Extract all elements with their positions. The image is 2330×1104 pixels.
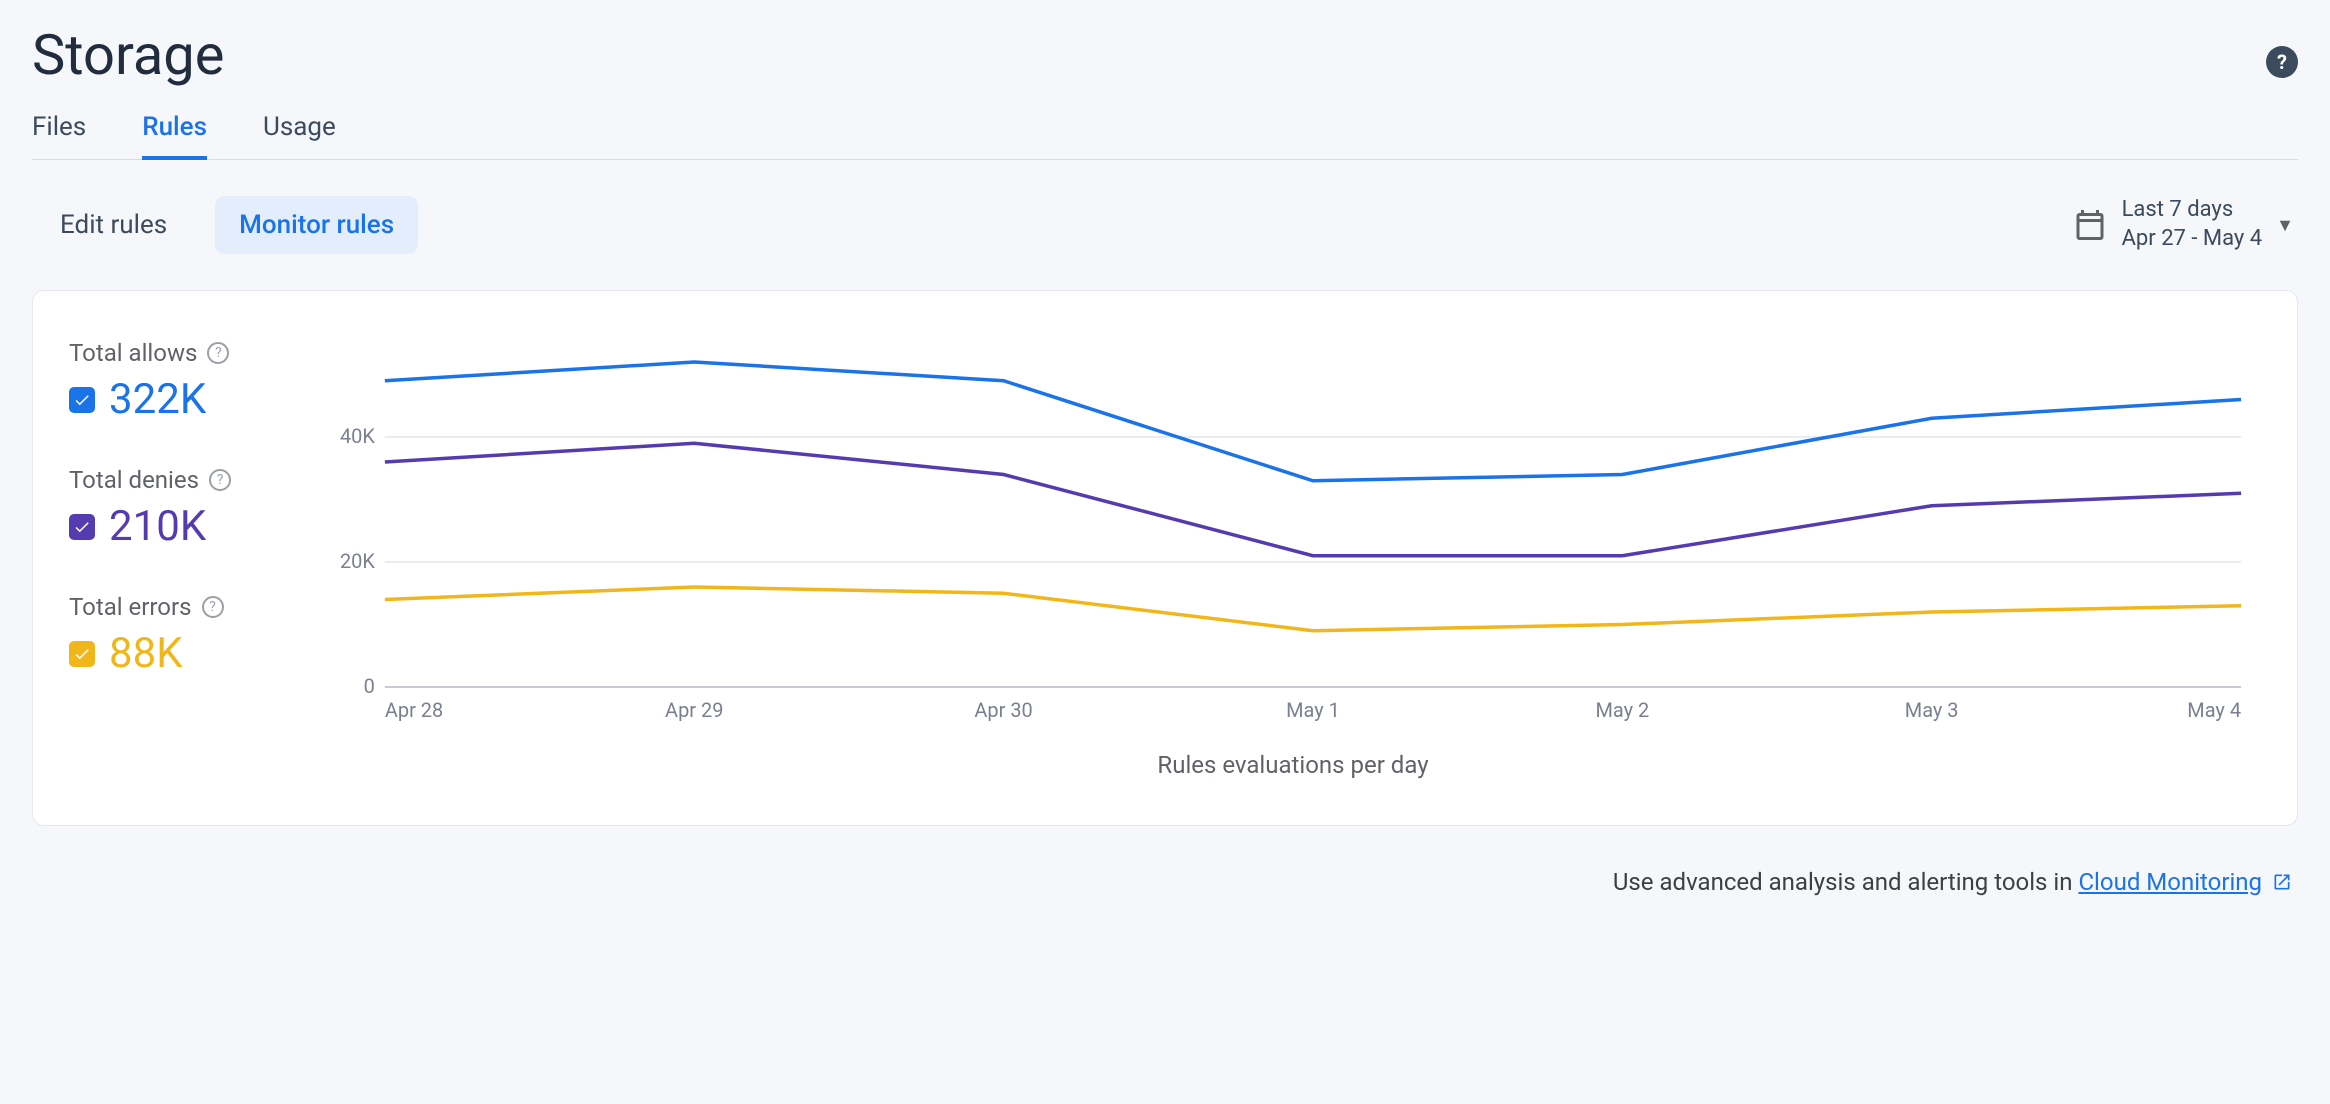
svg-text:May 3: May 3 <box>1905 698 1959 722</box>
rules-chart-card: Total allows ? 322K Total denies ? <box>32 290 2298 826</box>
svg-text:Apr 28: Apr 28 <box>385 698 443 722</box>
subtab-edit-rules[interactable]: Edit rules <box>36 196 191 254</box>
help-icon[interactable]: ? <box>202 596 224 618</box>
date-range-picker[interactable]: Last 7 days Apr 27 - May 4 ▼ <box>2072 196 2294 253</box>
legend-allows-label: Total allows <box>69 339 197 367</box>
page-title: Storage <box>32 22 224 88</box>
svg-text:May 4: May 4 <box>2187 698 2241 722</box>
primary-tabs: Files Rules Usage <box>32 112 2298 160</box>
legend-errors-value: 88K <box>109 629 183 678</box>
tab-rules[interactable]: Rules <box>142 112 207 160</box>
svg-text:May 2: May 2 <box>1595 698 1649 722</box>
svg-text:20K: 20K <box>340 549 375 573</box>
chevron-down-icon: ▼ <box>2276 215 2294 236</box>
line-chart: 0 20K 40K Apr 28 Apr 29 Apr 30 May 1 May 2 May 3… <box>325 327 2261 779</box>
legend-errors-label: Total errors <box>69 593 192 621</box>
svg-text:Apr 29: Apr 29 <box>665 698 723 722</box>
svg-text:Apr 30: Apr 30 <box>974 698 1032 722</box>
legend-denies-checkbox[interactable] <box>69 514 95 540</box>
tab-usage[interactable]: Usage <box>263 112 336 159</box>
legend-item-denies: Total denies ? 210K <box>69 466 289 551</box>
help-icon[interactable]: ? <box>207 342 229 364</box>
svg-text:40K: 40K <box>340 424 375 448</box>
date-range-main: Last 7 days <box>2122 196 2263 225</box>
legend-errors-checkbox[interactable] <box>69 641 95 667</box>
legend-allows-checkbox[interactable] <box>69 387 95 413</box>
svg-text:May 1: May 1 <box>1286 698 1340 722</box>
legend-denies-label: Total denies <box>69 466 199 494</box>
chart-legend: Total allows ? 322K Total denies ? <box>69 327 289 779</box>
external-link-icon <box>2272 872 2292 892</box>
subtab-monitor-rules[interactable]: Monitor rules <box>215 196 418 254</box>
calendar-icon <box>2072 207 2108 243</box>
footer-text: Use advanced analysis and alerting tools… <box>1613 868 2079 896</box>
rules-subtabs: Edit rules Monitor rules <box>36 196 418 254</box>
cloud-monitoring-link[interactable]: Cloud Monitoring <box>2078 868 2262 896</box>
legend-item-allows: Total allows ? 322K <box>69 339 289 424</box>
cloud-monitoring-note: Use advanced analysis and alerting tools… <box>32 868 2298 896</box>
legend-allows-value: 322K <box>109 375 206 424</box>
legend-denies-value: 210K <box>109 502 206 551</box>
legend-item-errors: Total errors ? 88K <box>69 593 289 678</box>
help-icon[interactable]: ? <box>2266 46 2298 78</box>
svg-text:0: 0 <box>364 674 375 698</box>
date-range-detail: Apr 27 - May 4 <box>2122 225 2263 254</box>
help-icon[interactable]: ? <box>209 469 231 491</box>
chart-x-axis-label: Rules evaluations per day <box>325 751 2261 779</box>
tab-files[interactable]: Files <box>32 112 86 159</box>
